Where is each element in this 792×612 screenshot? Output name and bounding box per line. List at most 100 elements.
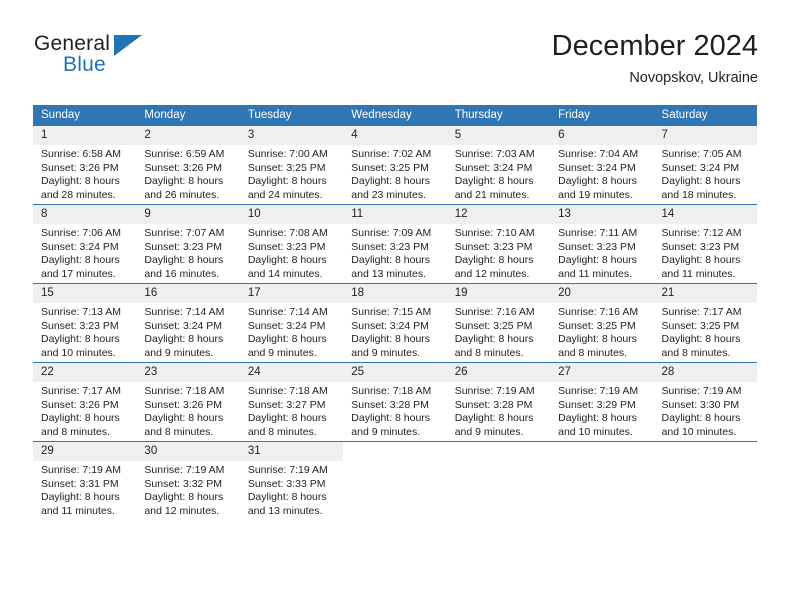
weekday-header-row: Sunday Monday Tuesday Wednesday Thursday…: [33, 105, 757, 126]
day-cell[interactable]: 7 Sunrise: 7:05 AM Sunset: 3:24 PM Daylight…: [653, 126, 757, 205]
week-row: 29 Sunrise: 7:19 AM Sunset: 3:31 PM Dayligh…: [33, 441, 757, 520]
day-cell[interactable]: 15 Sunrise: 7:13 AM Sunset: 3:23 PM Dayligh…: [33, 283, 137, 363]
day-info: Sunrise: 7:14 AM Sunset: 3:24 PM Daylight:…: [240, 303, 343, 360]
day-cell[interactable]: 20 Sunrise: 7:16 AM Sunset: 3:25 PM Dayligh…: [550, 283, 654, 363]
day-cell[interactable]: 2 Sunrise: 6:59 AM Sunset: 3:26 PM Daylight…: [136, 126, 240, 205]
day-number: 6: [550, 126, 654, 145]
daylight-text-line2: and 9 minutes.: [351, 346, 421, 359]
day-info: Sunrise: 7:03 AM Sunset: 3:24 PM Daylight:…: [447, 145, 550, 202]
day-cell[interactable]: 28 Sunrise: 7:19 AM Sunset: 3:30 PM Dayligh…: [653, 362, 757, 442]
day-number: 27: [550, 363, 654, 382]
sunset-text: Sunset: 3:24 PM: [247, 319, 326, 332]
logo-text-blue: Blue: [63, 53, 106, 76]
daylight-text-line2: and 8 minutes.: [144, 425, 214, 438]
sunset-text: Sunset: 3:24 PM: [454, 161, 533, 174]
day-cell[interactable]: 30 Sunrise: 7:19 AM Sunset: 3:32 PM Dayligh…: [136, 441, 240, 520]
sunrise-text: Sunrise: 7:17 AM: [661, 306, 742, 318]
daylight-text-line1: Daylight: 8 hours: [351, 175, 431, 188]
sunrise-text: Sunrise: 7:19 AM: [144, 464, 225, 476]
day-cell[interactable]: 9 Sunrise: 7:07 AM Sunset: 3:23 PM Daylight…: [136, 204, 240, 284]
daylight-text-line1: Daylight: 8 hours: [144, 254, 224, 267]
sunset-text: Sunset: 3:26 PM: [41, 398, 119, 411]
day-number: [550, 442, 653, 461]
day-info: Sunrise: 7:11 AM Sunset: 3:23 PM Daylight:…: [550, 224, 653, 281]
day-number: 9: [136, 205, 240, 224]
day-info: Sunrise: 7:08 AM Sunset: 3:23 PM Daylight:…: [240, 224, 343, 281]
day-cell[interactable]: 6 Sunrise: 7:04 AM Sunset: 3:24 PM Daylight…: [550, 126, 654, 205]
sunrise-text: Sunrise: 7:14 AM: [247, 306, 328, 318]
daylight-text-line2: and 17 minutes.: [41, 267, 116, 280]
daylight-text-line1: Daylight: 8 hours: [454, 412, 534, 425]
sunset-text: Sunset: 3:25 PM: [558, 319, 636, 332]
weekday-header-friday: Friday: [550, 105, 654, 126]
sunset-text: Sunset: 3:23 PM: [41, 319, 119, 332]
week-row: 15 Sunrise: 7:13 AM Sunset: 3:23 PM Dayligh…: [33, 283, 757, 363]
day-cell[interactable]: 12 Sunrise: 7:10 AM Sunset: 3:23 PM Dayligh…: [446, 204, 551, 284]
sunset-text: Sunset: 3:24 PM: [351, 319, 429, 332]
day-cell[interactable]: 1 Sunrise: 6:58 AM Sunset: 3:26 PM Daylight…: [33, 126, 137, 205]
day-cell[interactable]: 23 Sunrise: 7:18 AM Sunset: 3:26 PM Dayligh…: [136, 362, 240, 442]
day-info: Sunrise: 7:19 AM Sunset: 3:30 PM Daylight:…: [654, 382, 757, 439]
daylight-text-line1: Daylight: 8 hours: [351, 412, 431, 425]
daylight-text-line1: Daylight: 8 hours: [144, 175, 224, 188]
daylight-text-line2: and 10 minutes.: [661, 425, 737, 438]
daylight-text-line2: and 9 minutes.: [247, 346, 317, 359]
daylight-text-line2: and 8 minutes.: [247, 425, 317, 438]
day-info: Sunrise: 7:19 AM Sunset: 3:32 PM Daylight:…: [136, 461, 239, 518]
day-cell[interactable]: 8 Sunrise: 7:06 AM Sunset: 3:24 PM Daylight…: [33, 204, 137, 284]
day-cell[interactable]: 11 Sunrise: 7:09 AM Sunset: 3:23 PM Dayligh…: [343, 204, 447, 284]
sunrise-text: Sunrise: 7:14 AM: [144, 306, 225, 318]
sunrise-text: Sunrise: 7:19 AM: [454, 385, 535, 397]
day-cell[interactable]: 24 Sunrise: 7:18 AM Sunset: 3:27 PM Dayligh…: [239, 362, 344, 442]
day-number: 22: [33, 363, 137, 382]
day-cell[interactable]: 26 Sunrise: 7:19 AM Sunset: 3:28 PM Dayligh…: [446, 362, 551, 442]
day-cell[interactable]: 18 Sunrise: 7:15 AM Sunset: 3:24 PM Dayligh…: [343, 283, 447, 363]
daylight-text-line2: and 28 minutes.: [41, 188, 116, 201]
sunset-text: Sunset: 3:33 PM: [247, 477, 326, 490]
day-info: Sunrise: 7:15 AM Sunset: 3:24 PM Daylight:…: [343, 303, 446, 360]
general-blue-logo[interactable]: General Blue: [34, 32, 254, 90]
day-cell-empty: [446, 441, 551, 520]
day-cell[interactable]: 3 Sunrise: 7:00 AM Sunset: 3:25 PM Daylight…: [239, 126, 344, 205]
day-cell[interactable]: 5 Sunrise: 7:03 AM Sunset: 3:24 PM Daylight…: [446, 126, 551, 205]
day-number: 23: [136, 363, 240, 382]
sunset-text: Sunset: 3:23 PM: [351, 240, 429, 253]
sunset-text: Sunset: 3:24 PM: [41, 240, 119, 253]
daylight-text-line2: and 12 minutes.: [144, 504, 220, 517]
day-cell-empty: [343, 441, 447, 520]
daylight-text-line2: and 12 minutes.: [454, 267, 530, 280]
day-info: Sunrise: 6:58 AM Sunset: 3:26 PM Daylight:…: [33, 145, 136, 202]
day-cell[interactable]: 14 Sunrise: 7:12 AM Sunset: 3:23 PM Dayligh…: [653, 204, 757, 284]
day-number: 31: [239, 442, 344, 461]
day-cell[interactable]: 22 Sunrise: 7:17 AM Sunset: 3:26 PM Dayligh…: [33, 362, 137, 442]
sunset-text: Sunset: 3:30 PM: [661, 398, 740, 411]
day-cell[interactable]: 27 Sunrise: 7:19 AM Sunset: 3:29 PM Dayligh…: [550, 362, 654, 442]
day-cell[interactable]: 4 Sunrise: 7:02 AM Sunset: 3:25 PM Daylight…: [343, 126, 447, 205]
day-cell[interactable]: 10 Sunrise: 7:08 AM Sunset: 3:23 PM Dayligh…: [239, 204, 344, 284]
daylight-text-line1: Daylight: 8 hours: [41, 254, 120, 267]
day-cell[interactable]: 17 Sunrise: 7:14 AM Sunset: 3:24 PM Dayligh…: [239, 283, 344, 363]
daylight-text-line2: and 8 minutes.: [454, 346, 524, 359]
sunrise-text: Sunrise: 7:19 AM: [661, 385, 742, 397]
day-cell[interactable]: 31 Sunrise: 7:19 AM Sunset: 3:33 PM Dayligh…: [239, 441, 344, 520]
day-info: Sunrise: 7:10 AM Sunset: 3:23 PM Daylight:…: [447, 224, 550, 281]
title-block: December 2024 Novopskov, Ukraine: [552, 28, 758, 88]
day-cell[interactable]: 13 Sunrise: 7:11 AM Sunset: 3:23 PM Dayligh…: [550, 204, 654, 284]
day-cell[interactable]: 19 Sunrise: 7:16 AM Sunset: 3:25 PM Dayligh…: [446, 283, 551, 363]
day-info: Sunrise: 7:14 AM Sunset: 3:24 PM Daylight:…: [136, 303, 239, 360]
sunrise-text: Sunrise: 7:19 AM: [41, 464, 121, 476]
day-cell[interactable]: 25 Sunrise: 7:18 AM Sunset: 3:28 PM Dayligh…: [343, 362, 447, 442]
sunset-text: Sunset: 3:25 PM: [661, 319, 740, 332]
day-info: Sunrise: 7:19 AM Sunset: 3:28 PM Daylight:…: [447, 382, 550, 439]
sunrise-text: Sunrise: 7:12 AM: [661, 227, 742, 239]
day-cell[interactable]: 16 Sunrise: 7:14 AM Sunset: 3:24 PM Dayligh…: [136, 283, 240, 363]
sunrise-text: Sunrise: 7:10 AM: [454, 227, 535, 239]
sunset-text: Sunset: 3:24 PM: [144, 319, 223, 332]
week-row: 22 Sunrise: 7:17 AM Sunset: 3:26 PM Dayligh…: [33, 362, 757, 442]
day-cell[interactable]: 21 Sunrise: 7:17 AM Sunset: 3:25 PM Dayligh…: [653, 283, 757, 363]
day-info: Sunrise: 7:02 AM Sunset: 3:25 PM Daylight:…: [343, 145, 446, 202]
daylight-text-line1: Daylight: 8 hours: [41, 491, 120, 504]
day-cell[interactable]: 29 Sunrise: 7:19 AM Sunset: 3:31 PM Dayligh…: [33, 441, 137, 520]
daylight-text-line2: and 8 minutes.: [558, 346, 627, 359]
day-info: Sunrise: 7:18 AM Sunset: 3:28 PM Daylight:…: [343, 382, 446, 439]
